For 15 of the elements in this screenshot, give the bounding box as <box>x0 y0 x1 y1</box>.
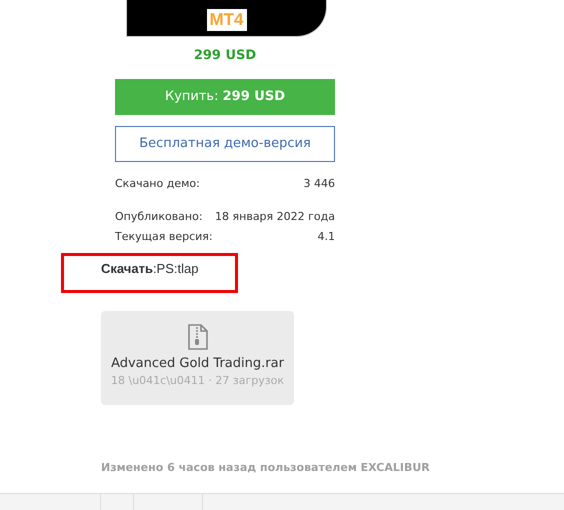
stat-value: 3 446 <box>304 176 335 192</box>
demo-button[interactable]: Бесплатная демо-версия <box>115 126 335 162</box>
stat-label: Текущая версия: <box>115 229 213 245</box>
zip-file-icon <box>188 324 208 350</box>
edit-note: Изменено 6 часов назад пользователем EXCALIBUR <box>101 461 430 474</box>
file-meta: 18 \u041c\u0411 · 27 загрузок <box>111 373 284 389</box>
stat-value: 4.1 <box>318 229 335 245</box>
download-text: Скачать:PS:tlap <box>101 261 198 276</box>
platform-badge: MT4 <box>206 9 246 31</box>
stat-value: 18 января 2022 года <box>215 209 335 225</box>
price: 299 USD <box>192 47 258 65</box>
stat-label: Опубликовано: <box>115 209 203 225</box>
file-card[interactable]: Advanced Gold Trading.rar 18 \u041c\u0411 · 27 загрузок <box>101 311 294 405</box>
stat-label: Скачано демо: <box>115 176 200 192</box>
file-name: Advanced Gold Trading.rar <box>111 355 284 373</box>
